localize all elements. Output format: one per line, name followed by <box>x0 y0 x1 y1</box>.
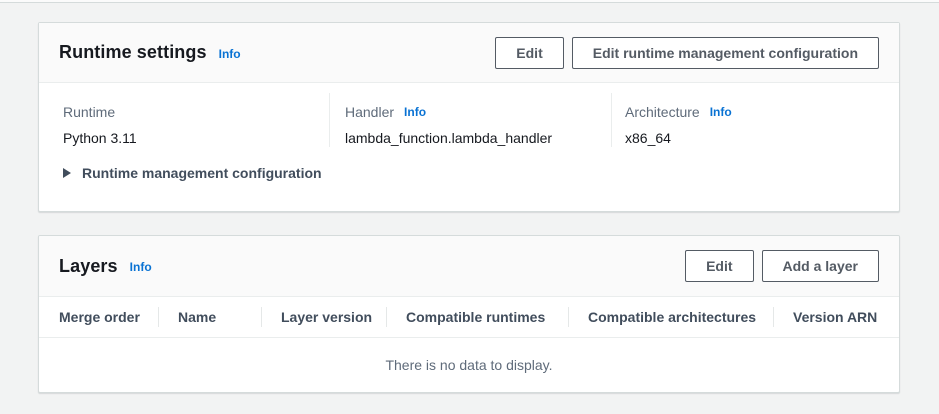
layers-column-compatible-runtimes: Compatible runtimes <box>386 309 568 325</box>
layers-table-header: Merge order Name Layer version Compatibl… <box>39 297 899 338</box>
runtime-field: Runtime Python 3.11 <box>39 93 329 147</box>
handler-field-label: Handler <box>345 103 394 121</box>
layers-column-merge-order: Merge order <box>39 309 158 325</box>
runtime-settings-fields: Runtime Python 3.11 Handler Info lambda_… <box>39 83 899 157</box>
runtime-field-value: Python 3.11 <box>63 129 329 147</box>
architecture-field-value: x86_64 <box>625 129 899 147</box>
layers-column-version-arn: Version ARN <box>773 309 899 325</box>
architecture-info-link[interactable]: Info <box>710 105 732 119</box>
architecture-field-label: Architecture <box>625 103 700 121</box>
runtime-field-label: Runtime <box>63 103 115 121</box>
add-layer-button[interactable]: Add a layer <box>762 250 879 282</box>
handler-info-link[interactable]: Info <box>404 105 426 119</box>
runtime-management-configuration-expander-label: Runtime management configuration <box>82 163 322 183</box>
page-top-divider <box>0 0 939 3</box>
edit-layers-button[interactable]: Edit <box>685 250 753 282</box>
runtime-settings-actions: Edit Edit runtime management configurati… <box>495 37 879 69</box>
layers-header: Layers Info Edit Add a layer <box>39 236 899 297</box>
caret-right-icon <box>63 168 71 178</box>
layers-column-layer-version: Layer version <box>261 309 386 325</box>
layers-title: Layers <box>59 256 118 277</box>
runtime-settings-info-link[interactable]: Info <box>219 47 241 61</box>
runtime-settings-title: Runtime settings <box>59 42 207 63</box>
handler-field: Handler Info lambda_function.lambda_hand… <box>329 93 611 147</box>
layers-actions: Edit Add a layer <box>685 250 879 282</box>
layers-panel: Layers Info Edit Add a layer Merge order… <box>38 235 900 393</box>
handler-field-value: lambda_function.lambda_handler <box>345 129 611 147</box>
layers-column-name: Name <box>158 309 261 325</box>
layers-info-link[interactable]: Info <box>130 260 152 274</box>
layers-column-compatible-architectures: Compatible architectures <box>568 309 773 325</box>
runtime-settings-header: Runtime settings Info Edit Edit runtime … <box>39 23 899 83</box>
runtime-settings-panel: Runtime settings Info Edit Edit runtime … <box>38 22 900 212</box>
runtime-management-configuration-expander[interactable]: Runtime management configuration <box>39 163 899 183</box>
edit-runtime-settings-button[interactable]: Edit <box>495 37 563 69</box>
architecture-field: Architecture Info x86_64 <box>611 93 899 147</box>
edit-runtime-management-configuration-button[interactable]: Edit runtime management configuration <box>572 37 879 69</box>
layers-empty-state: There is no data to display. <box>39 338 899 392</box>
